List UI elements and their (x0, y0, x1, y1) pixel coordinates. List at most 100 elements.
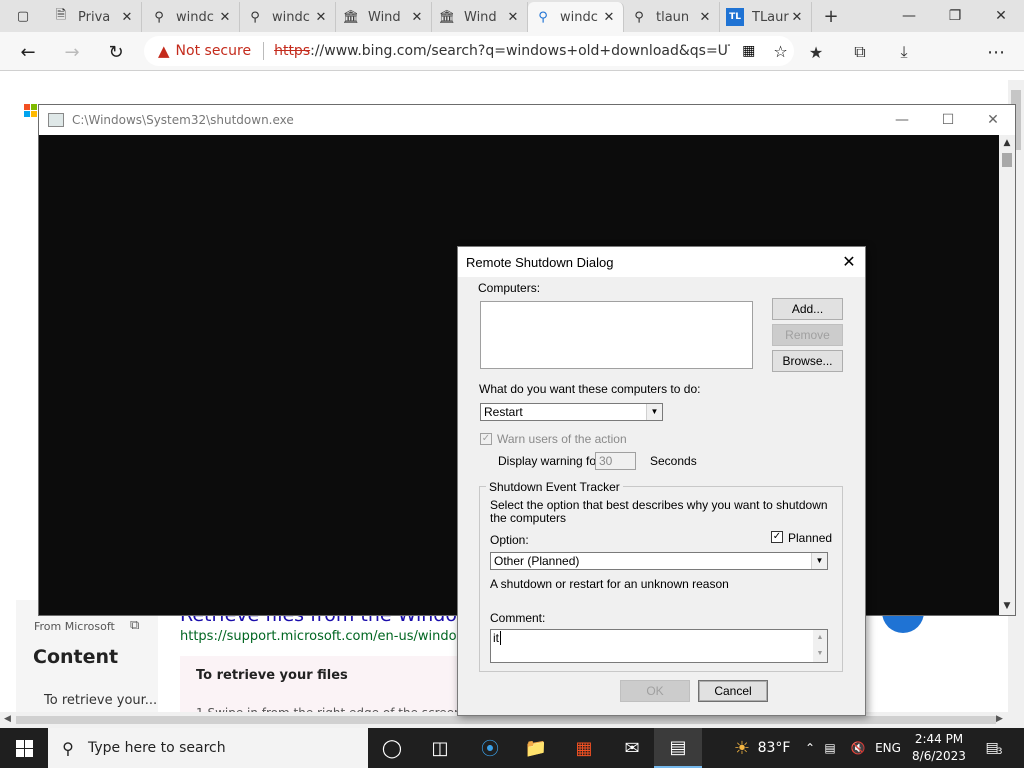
close-tab-icon[interactable]: ✕ (409, 10, 425, 25)
add-favorite-icon[interactable]: ☆ (773, 42, 787, 61)
option-label: Option: (490, 533, 529, 547)
tl-icon: TL (726, 8, 744, 26)
store-icon[interactable]: ▦ (560, 728, 608, 768)
computers-listbox[interactable] (480, 301, 753, 369)
planned-checkbox[interactable]: ✓ (771, 531, 783, 543)
knowledge-card: From Microsoft ⧉ Content To retrieve you… (16, 600, 158, 716)
close-tab-icon[interactable]: ✕ (789, 10, 805, 25)
scroll-up-icon[interactable]: ▲ (817, 630, 824, 646)
file-explorer-icon[interactable]: 📁 (512, 728, 560, 768)
address-bar: ← → ↻ ▲ Not secure https ://www.bing.com… (0, 32, 1024, 96)
console-app-icon (48, 113, 64, 127)
tab-actions-icon[interactable]: ▢ (12, 5, 34, 27)
volume-muted-icon[interactable]: 🔇 (848, 728, 868, 768)
warning-seconds-field[interactable]: 30 (595, 452, 636, 470)
display-warning-label: Display warning for (498, 454, 601, 468)
weather-temp[interactable]: 83°F (756, 728, 792, 768)
warn-users-checkbox[interactable]: ✓ (480, 433, 492, 445)
browser-tab[interactable]: ⚲ windc ✕ (240, 2, 336, 32)
more-options-icon[interactable]: ⋯ (980, 36, 1012, 68)
cancel-button[interactable]: Cancel (698, 680, 768, 702)
collections-icon[interactable]: ⧉ (844, 36, 876, 68)
clock-time: 2:44 PM (914, 732, 964, 746)
weather-icon[interactable]: ☀ (728, 728, 756, 768)
browser-tab[interactable]: ⚲ tlaun ✕ (624, 2, 720, 32)
card-snippet[interactable]: To retrieve your... (44, 693, 157, 708)
maximize-icon[interactable]: ☐ (925, 105, 971, 135)
network-icon[interactable]: ▤ (820, 728, 840, 768)
browser-tab[interactable]: TL TLaur ✕ (720, 2, 812, 32)
browser-tab[interactable]: 🗎 Priva ✕ (46, 2, 142, 32)
close-tab-icon[interactable]: ✕ (505, 10, 521, 25)
cortana-icon[interactable]: ◯ (368, 728, 416, 768)
seconds-label: Seconds (650, 454, 697, 468)
console-scrollbar[interactable]: ▲ ▼ (999, 135, 1015, 615)
close-tab-icon[interactable]: ✕ (313, 10, 329, 25)
comment-scrollbar[interactable]: ▲ ▼ (813, 630, 827, 662)
back-icon[interactable]: ← (12, 36, 44, 68)
mail-icon[interactable]: ✉ (608, 728, 656, 768)
close-tab-icon[interactable]: ✕ (697, 10, 713, 25)
browser-tab[interactable]: 🏛 Wind ✕ (432, 2, 528, 32)
scroll-right-icon[interactable]: ▶ (996, 714, 1003, 724)
taskbar-search-box[interactable]: ⚲ Type here to search (48, 728, 368, 768)
clock[interactable]: 2:44 PM 8/6/2023 (908, 731, 970, 765)
action-select[interactable]: Restart ▼ (480, 403, 663, 421)
start-button[interactable] (0, 728, 48, 768)
forward-icon[interactable]: → (56, 36, 88, 68)
downloads-icon[interactable]: ⤓ (888, 36, 920, 68)
notification-center-icon[interactable]: ▤ 3 (978, 728, 1010, 768)
search-icon: ⚲ (538, 9, 548, 25)
close-tab-icon[interactable]: ✕ (217, 10, 233, 25)
console-taskbar-icon[interactable]: ▤ (654, 728, 702, 768)
language-indicator[interactable]: ENG (872, 728, 904, 768)
search-icon: ⚲ (62, 738, 74, 758)
browser-tab-bar: ▢ 🗎 Priva ✕ ⚲ windc ✕ ⚲ windc ✕ 🏛 Wind ✕… (0, 0, 1024, 32)
scroll-up-icon[interactable]: ▲ (1001, 138, 1013, 148)
result-url[interactable]: https://support.microsoft.com/en-us/wind… (180, 629, 467, 644)
console-title: C:\Windows\System32\shutdown.exe (72, 113, 294, 127)
taskbar: ⚲ Type here to search ◯ ◫ ⦿ 📁 ▦ ✉ ▤ ☀ 83… (0, 728, 1024, 768)
comment-field[interactable]: it​ ▲ ▼ (490, 629, 828, 663)
browser-tab-active[interactable]: ⚲ windc ✕ (528, 2, 624, 32)
chevron-down-icon[interactable]: ▼ (811, 553, 827, 569)
console-titlebar[interactable]: C:\Windows\System32\shutdown.exe — ☐ ✕ (39, 105, 1015, 135)
add-button[interactable]: Add... (772, 298, 843, 320)
close-icon[interactable]: ✕ (970, 105, 1016, 135)
show-hidden-icons-icon[interactable]: ⌃ (800, 728, 820, 768)
chevron-down-icon[interactable]: ▼ (646, 404, 662, 420)
close-tab-icon[interactable]: ✕ (119, 10, 135, 25)
minimize-icon[interactable]: — (879, 105, 925, 135)
option-select[interactable]: Other (Planned) ▼ (490, 552, 828, 570)
scroll-down-icon[interactable]: ▼ (817, 646, 824, 662)
refresh-icon[interactable]: ↻ (100, 36, 132, 68)
url-field[interactable]: ▲ Not secure https ://www.bing.com/searc… (144, 36, 794, 66)
app-grid-icon[interactable]: ▦ (742, 43, 755, 59)
close-icon[interactable]: ✕ (838, 252, 860, 272)
text-cursor: ​ (500, 631, 501, 645)
close-icon[interactable]: ✕ (978, 0, 1024, 32)
ok-button[interactable]: OK (620, 680, 690, 702)
comment-label: Comment: (490, 611, 546, 625)
search-icon: ⚲ (154, 9, 164, 25)
minimize-icon[interactable]: — (886, 0, 932, 32)
new-tab-icon[interactable]: + (820, 5, 842, 27)
restore-icon[interactable]: ❐ (932, 0, 978, 32)
dialog-titlebar[interactable]: Remote Shutdown Dialog ✕ (458, 247, 865, 277)
browser-tab[interactable]: 🏛 Wind ✕ (336, 2, 432, 32)
computers-label: Computers: (478, 281, 541, 295)
close-tab-icon[interactable]: ✕ (601, 10, 617, 25)
scroll-left-icon[interactable]: ◀ (4, 714, 11, 724)
task-view-icon[interactable]: ◫ (416, 728, 464, 768)
remove-button[interactable]: Remove (772, 324, 843, 346)
search-icon: ⚲ (634, 9, 644, 25)
document-icon: 🗎 (55, 8, 67, 23)
favorites-icon[interactable]: ★ (800, 36, 832, 68)
reason-text: A shutdown or restart for an unknown rea… (490, 577, 729, 591)
browser-tab[interactable]: ⚲ windc ✕ (144, 2, 240, 32)
scroll-down-icon[interactable]: ▼ (1001, 601, 1013, 611)
open-external-icon[interactable]: ⧉ (130, 618, 139, 633)
edge-icon[interactable]: ⦿ (466, 728, 514, 768)
column-icon: 🏛 (342, 9, 360, 25)
browse-button[interactable]: Browse... (772, 350, 843, 372)
